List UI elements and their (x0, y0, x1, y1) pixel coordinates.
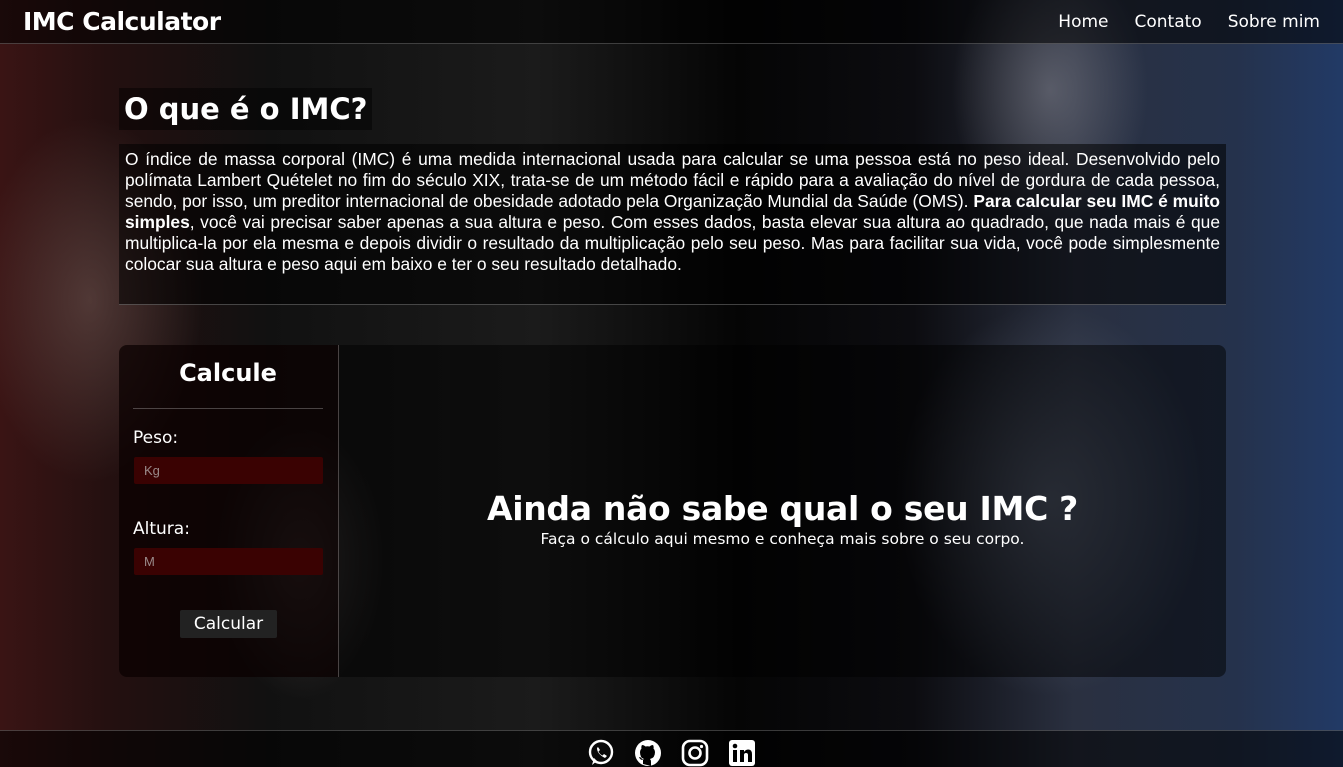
calculator-panel: Calcule Peso: Altura: Calcular Ainda não… (119, 345, 1226, 677)
height-input[interactable] (134, 548, 323, 575)
whatsapp-icon[interactable] (587, 739, 615, 767)
linkedin-icon[interactable] (728, 739, 756, 767)
result-area: Ainda não sabe qual o seu IMC ? Faça o c… (339, 345, 1226, 677)
about-text-rest: , você vai precisar saber apenas a sua a… (125, 212, 1220, 274)
calculator-title: Calcule (133, 357, 323, 409)
result-subtitle: Faça o cálculo aqui mesmo e conheça mais… (540, 529, 1025, 548)
nav-link-sobre-mim[interactable]: Sobre mim (1228, 12, 1320, 32)
instagram-icon[interactable] (681, 739, 709, 767)
nav-links: Home Contato Sobre mim (1058, 12, 1320, 32)
brand-title[interactable]: IMC Calculator (23, 7, 221, 36)
result-title: Ainda não sabe qual o seu IMC ? (486, 488, 1079, 528)
navbar: IMC Calculator Home Contato Sobre mim (0, 0, 1343, 44)
calculator-form: Calcule Peso: Altura: Calcular (119, 345, 339, 677)
github-icon[interactable] (634, 739, 662, 767)
about-text: O índice de massa corporal (IMC) é uma m… (119, 144, 1226, 305)
weight-input[interactable] (134, 457, 323, 484)
calculate-button[interactable]: Calcular (180, 610, 277, 638)
nav-link-contato[interactable]: Contato (1134, 12, 1201, 32)
about-title: O que é o IMC? (119, 88, 373, 130)
footer (0, 730, 1343, 767)
nav-link-home[interactable]: Home (1058, 12, 1108, 32)
weight-label: Peso: (133, 428, 179, 448)
height-label: Altura: (133, 519, 190, 539)
